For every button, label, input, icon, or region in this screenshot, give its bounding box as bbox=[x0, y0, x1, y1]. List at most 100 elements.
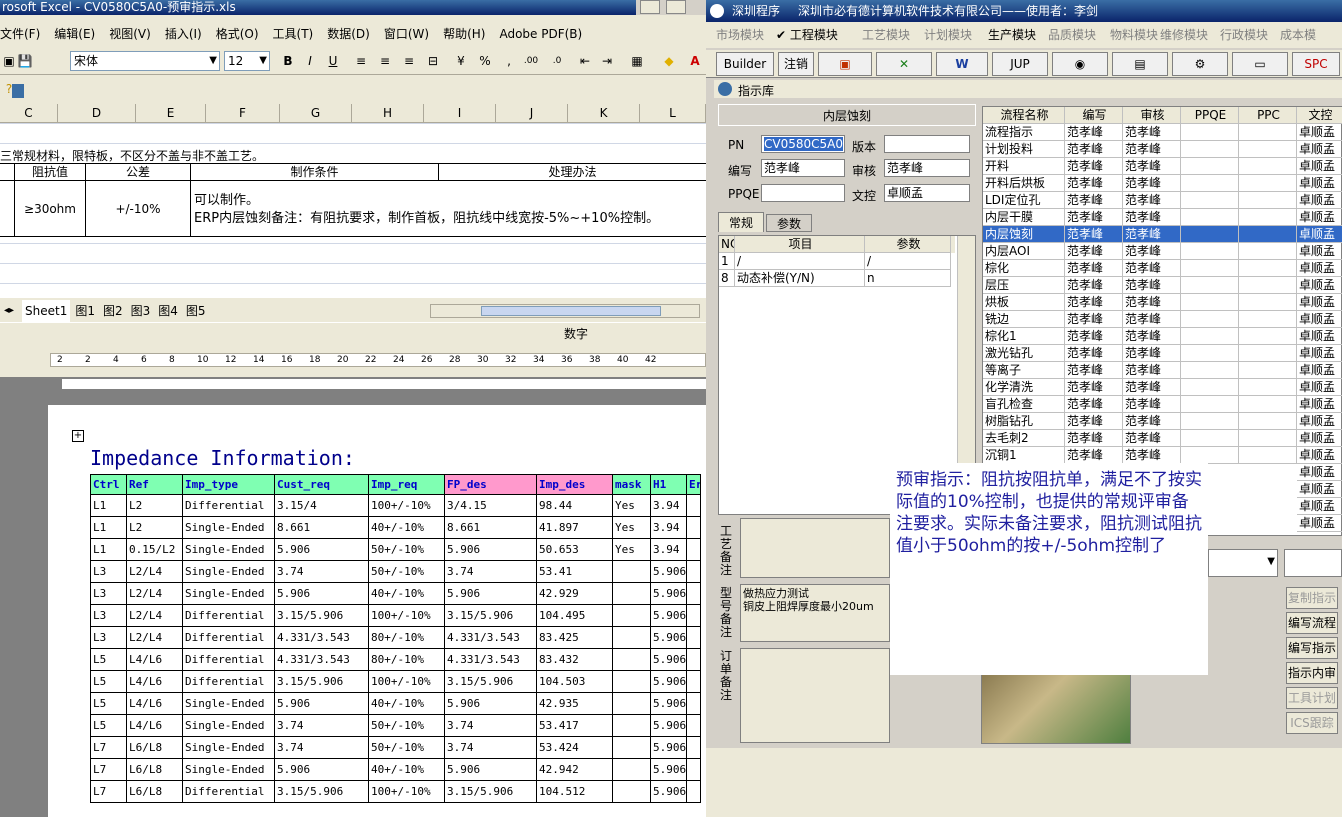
table-cell[interactable]: 83.432 bbox=[536, 648, 613, 671]
table-cell[interactable]: 40+/-10% bbox=[368, 692, 445, 715]
table-cell[interactable]: L2 bbox=[126, 516, 183, 539]
table-cell[interactable]: 80+/-10% bbox=[368, 648, 445, 671]
column-header[interactable]: K bbox=[568, 104, 640, 123]
module-tab[interactable]: 品质模块 bbox=[1048, 22, 1096, 48]
table-cell[interactable] bbox=[686, 648, 701, 671]
table-cell[interactable]: L7 bbox=[90, 736, 127, 759]
table-cell[interactable]: 100+/-10% bbox=[368, 604, 445, 627]
table-cell[interactable]: Single-Ended bbox=[182, 516, 275, 539]
table-cell[interactable]: Differential bbox=[182, 494, 275, 517]
tools-icon[interactable]: ⚙ bbox=[1172, 52, 1228, 76]
table-cell[interactable] bbox=[686, 582, 701, 605]
table-cell[interactable]: 5.906 bbox=[650, 714, 687, 737]
module-tab[interactable]: 物料模块 bbox=[1110, 22, 1158, 48]
font-color-icon[interactable]: A bbox=[686, 52, 704, 70]
save-icon[interactable]: 💾 bbox=[16, 52, 34, 70]
table-cell[interactable] bbox=[612, 692, 651, 715]
menu-item[interactable]: 格式(O) bbox=[216, 23, 259, 45]
table-cell[interactable]: 40+/-10% bbox=[368, 758, 445, 781]
table-cell[interactable]: 5.906 bbox=[650, 626, 687, 649]
process-row[interactable]: 计划投料 范孝峰 范孝峰 卓顺孟 bbox=[983, 141, 1342, 158]
module-tab[interactable]: 成本模 bbox=[1280, 22, 1316, 48]
increase-decimal-icon[interactable]: .00 bbox=[522, 52, 540, 70]
table-cell[interactable]: Yes bbox=[612, 538, 651, 561]
process-row[interactable]: 开料 范孝峰 范孝峰 卓顺孟 bbox=[983, 158, 1342, 175]
table-cell[interactable]: L4/L6 bbox=[126, 714, 183, 737]
process-row[interactable]: 内层干膜 范孝峰 范孝峰 卓顺孟 bbox=[983, 209, 1342, 226]
table-cell[interactable]: 5.906 bbox=[650, 604, 687, 627]
table-cell[interactable]: L1 bbox=[90, 494, 127, 517]
table-cell[interactable]: 3.74 bbox=[444, 736, 537, 759]
table-cell[interactable] bbox=[686, 670, 701, 693]
process-row[interactable]: 树脂钻孔 范孝峰 范孝峰 卓顺孟 bbox=[983, 413, 1342, 430]
decrease-decimal-icon[interactable]: .0 bbox=[548, 52, 566, 70]
table-cell[interactable]: L1 bbox=[90, 538, 127, 561]
type-note-field[interactable]: 做热应力测试 铜皮上阻焊厚度最小20um bbox=[740, 584, 890, 642]
process-row[interactable]: 棕化1 范孝峰 范孝峰 卓顺孟 bbox=[983, 328, 1342, 345]
comma-icon[interactable]: , bbox=[500, 52, 518, 70]
outdent-icon[interactable]: ⇥ bbox=[598, 52, 616, 70]
table-cell[interactable]: 80+/-10% bbox=[368, 626, 445, 649]
horizontal-scrollbar[interactable] bbox=[430, 304, 700, 318]
table-cell[interactable]: L5 bbox=[90, 714, 127, 737]
table-cell[interactable]: 83.425 bbox=[536, 626, 613, 649]
table-cell[interactable]: 100+/-10% bbox=[368, 494, 445, 517]
column-header[interactable]: H bbox=[352, 104, 424, 123]
table-cell[interactable] bbox=[612, 604, 651, 627]
table-cell[interactable]: 3.74 bbox=[274, 736, 369, 759]
bold-icon[interactable]: B bbox=[279, 52, 297, 70]
module-tab[interactable]: 市场模块 bbox=[716, 22, 764, 48]
table-cell[interactable]: 5.906 bbox=[650, 692, 687, 715]
table-cell[interactable]: 5.906 bbox=[650, 758, 687, 781]
table-cell[interactable]: 104.512 bbox=[536, 780, 613, 803]
table-cell[interactable]: 5.906 bbox=[274, 538, 369, 561]
fill-color-icon[interactable]: ◆ bbox=[660, 52, 678, 70]
table-cell[interactable]: 50+/-10% bbox=[368, 538, 445, 561]
report-icon[interactable]: ▣ bbox=[818, 52, 872, 76]
table-cell[interactable]: L3 bbox=[90, 582, 127, 605]
process-row[interactable]: LDI定位孔 范孝峰 范孝峰 卓顺孟 bbox=[983, 192, 1342, 209]
search-field[interactable] bbox=[1284, 549, 1342, 577]
module-tab[interactable]: 计划模块 bbox=[924, 22, 972, 48]
table-cell[interactable]: L6/L8 bbox=[126, 780, 183, 803]
table-cell[interactable]: 104.503 bbox=[536, 670, 613, 693]
table-cell[interactable]: L5 bbox=[90, 692, 127, 715]
column-header[interactable]: F bbox=[206, 104, 280, 123]
table-cell[interactable] bbox=[686, 560, 701, 583]
align-right-icon[interactable]: ≡ bbox=[400, 52, 418, 70]
table-cell[interactable]: 3.94 bbox=[650, 494, 687, 517]
table-cell[interactable]: Single-Ended bbox=[182, 560, 275, 583]
table-cell[interactable] bbox=[686, 494, 701, 517]
table-cell[interactable]: 50.653 bbox=[536, 538, 613, 561]
table-cell[interactable]: 3.15/5.906 bbox=[274, 670, 369, 693]
table-cell[interactable]: Differential bbox=[182, 780, 275, 803]
table-cell[interactable]: L7 bbox=[90, 758, 127, 781]
cell-resistance[interactable]: ≥30ohm bbox=[14, 181, 86, 237]
table-cell[interactable]: 3.74 bbox=[444, 560, 537, 583]
table-cell[interactable]: 53.424 bbox=[536, 736, 613, 759]
side-button[interactable]: 编写指示 bbox=[1286, 637, 1338, 659]
table-cell[interactable]: L6/L8 bbox=[126, 758, 183, 781]
column-header[interactable]: C bbox=[0, 104, 58, 123]
table-cell[interactable]: L2/L4 bbox=[126, 626, 183, 649]
table-cell[interactable]: L2 bbox=[126, 494, 183, 517]
table-cell[interactable] bbox=[686, 780, 701, 803]
table-cell[interactable] bbox=[612, 736, 651, 759]
order-note-field[interactable] bbox=[740, 648, 890, 743]
table-cell[interactable]: L5 bbox=[90, 670, 127, 693]
italic-icon[interactable]: I bbox=[301, 52, 319, 70]
table-cell[interactable]: L2/L4 bbox=[126, 582, 183, 605]
process-row[interactable]: 内层AOI 范孝峰 范孝峰 卓顺孟 bbox=[983, 243, 1342, 260]
table-cell[interactable]: 4.331/3.543 bbox=[444, 626, 537, 649]
side-button[interactable]: ICS跟踪 bbox=[1286, 712, 1338, 734]
sheet-tab[interactable]: 图2 bbox=[100, 300, 126, 322]
table-cell[interactable]: L1 bbox=[90, 516, 127, 539]
table-cell[interactable]: 4.331/3.543 bbox=[444, 648, 537, 671]
tab-params[interactable]: 参数 bbox=[766, 214, 812, 232]
table-cell[interactable]: 42.942 bbox=[536, 758, 613, 781]
side-button[interactable]: 编写流程 bbox=[1286, 612, 1338, 634]
table-cell[interactable] bbox=[686, 626, 701, 649]
excel-icon[interactable]: ✕ bbox=[876, 52, 932, 76]
module-tab[interactable]: 生产模块 bbox=[988, 22, 1036, 48]
column-header[interactable]: E bbox=[136, 104, 206, 123]
